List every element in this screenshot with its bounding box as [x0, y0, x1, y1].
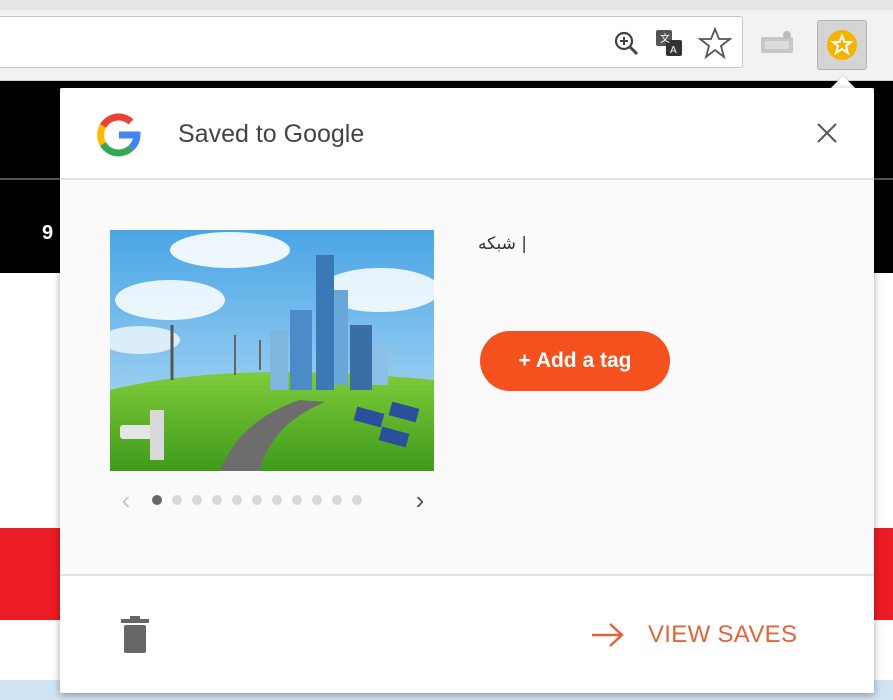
close-button[interactable]	[812, 118, 842, 148]
next-thumbnail-button[interactable]: ›	[410, 485, 430, 515]
popup-header: Saved to Google	[60, 88, 874, 180]
bookmark-star-icon[interactable]	[696, 26, 734, 60]
previous-thumbnail-button[interactable]: ‹	[116, 485, 136, 515]
pager-dot[interactable]	[172, 495, 182, 505]
pager-dot[interactable]	[192, 495, 202, 505]
saved-popup: Saved to Google ‹ › | شبکه + Add a tag V…	[60, 88, 874, 693]
pager-dot[interactable]	[212, 495, 222, 505]
zoom-icon[interactable]	[611, 28, 641, 58]
pager-dot[interactable]	[292, 495, 302, 505]
pager-dot[interactable]	[352, 495, 362, 505]
add-tag-button[interactable]: + Add a tag	[480, 331, 670, 391]
trash-icon	[121, 616, 149, 653]
saved-item-title: | شبکه	[478, 234, 528, 254]
page-number-fragment: 9	[42, 222, 54, 244]
pager-dot[interactable]	[252, 495, 262, 505]
svg-text:A: A	[670, 45, 677, 56]
view-saves-label: VIEW SAVES	[648, 621, 798, 648]
popup-footer: VIEW SAVES	[60, 574, 874, 693]
cast-icon[interactable]	[758, 28, 798, 58]
saves-extension-button[interactable]	[817, 20, 867, 70]
delete-button[interactable]	[120, 616, 150, 654]
pager-dot[interactable]	[232, 495, 242, 505]
popup-title: Saved to Google	[178, 120, 365, 148]
thumbnail-pager: ‹ ›	[116, 485, 436, 515]
translate-icon[interactable]: 文 A	[652, 26, 686, 60]
saved-item-thumbnail	[110, 230, 434, 471]
view-saves-link[interactable]: VIEW SAVES	[590, 615, 797, 655]
pager-dots	[152, 495, 362, 505]
saves-extension-icon	[827, 30, 857, 60]
browser-toolbar: 文 A	[0, 0, 893, 81]
tab-strip	[0, 0, 893, 10]
pager-dot[interactable]	[332, 495, 342, 505]
close-icon	[817, 123, 837, 143]
arrow-right-icon	[592, 623, 624, 647]
pager-dot[interactable]	[152, 495, 162, 505]
google-logo-icon	[97, 113, 141, 157]
pager-dot[interactable]	[312, 495, 322, 505]
svg-text:文: 文	[660, 32, 670, 45]
pager-dot[interactable]	[272, 495, 282, 505]
